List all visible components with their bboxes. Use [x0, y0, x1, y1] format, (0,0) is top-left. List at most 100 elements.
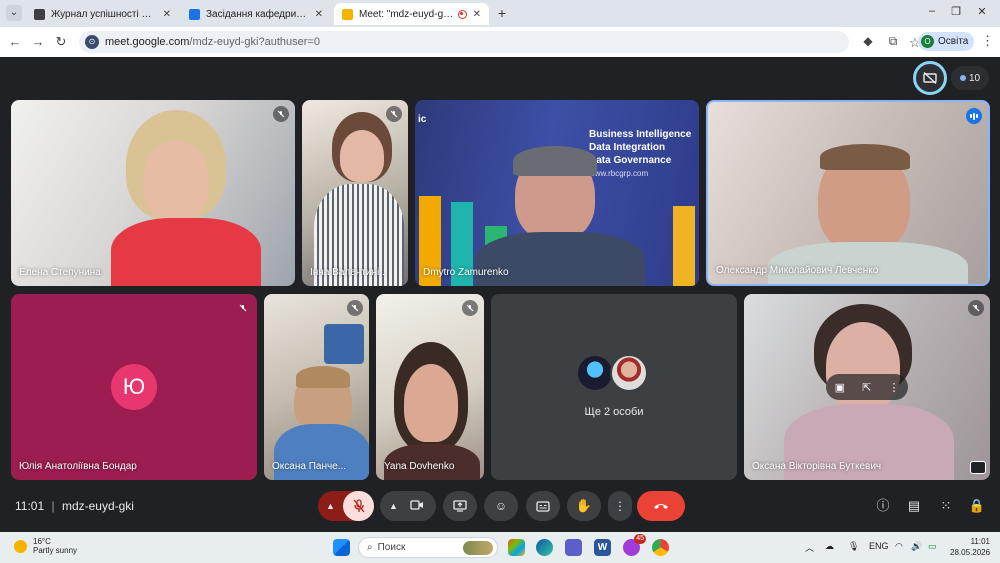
leave-call-button[interactable]: [637, 491, 685, 521]
activities-icon[interactable]: ⁙: [937, 497, 955, 515]
participant-tile[interactable]: Ю Юлія Анатоліївна Бондар: [11, 294, 257, 480]
extension-icon[interactable]: ◆: [861, 34, 875, 48]
mic-muted-icon: [273, 106, 289, 122]
frame-icon[interactable]: ▣: [835, 381, 845, 394]
present-screen-button[interactable]: [443, 491, 477, 521]
tab-gradebook[interactable]: Журнал успішності для курсу " ✕: [26, 3, 179, 25]
close-icon[interactable]: ✕: [315, 9, 323, 20]
pin-icon[interactable]: ⇱: [862, 381, 871, 394]
chevron-up-icon[interactable]: ▲: [389, 501, 398, 511]
camera-icon[interactable]: [410, 499, 424, 513]
more-options-icon[interactable]: ⋮: [888, 381, 899, 394]
chrome-icon[interactable]: [652, 539, 669, 556]
url-text[interactable]: meet.google.com/mdz-euyd-gki?authuser=0: [105, 36, 320, 48]
participant-tile[interactable]: ▣ ⇱ ⋮ Оксана Вікторівна Буткевич: [744, 294, 990, 480]
speaking-indicator-icon: [966, 108, 982, 124]
camera-group: ▲: [380, 491, 436, 521]
site-info-icon[interactable]: ⊙: [85, 35, 99, 49]
search-highlight-icon: [463, 541, 493, 555]
profile-chip[interactable]: О Освіта: [918, 32, 975, 51]
participant-tile[interactable]: Олександр Миколайович Левченко: [706, 100, 990, 286]
background-banner: Business Intelligence Data Integration D…: [589, 129, 692, 178]
omnibox[interactable]: ⊙ meet.google.com/mdz-euyd-gki?authuser=…: [79, 31, 921, 53]
wifi-icon[interactable]: ◠: [895, 541, 903, 552]
avatar: [576, 354, 614, 392]
presentation-off-icon: [923, 72, 937, 84]
microphone-icon[interactable]: 🎙: [848, 541, 859, 552]
reload-icon[interactable]: ↻: [53, 34, 69, 50]
mic-muted-icon: [386, 106, 402, 122]
teams-icon[interactable]: [565, 539, 582, 556]
participant-tile[interactable]: ic Business Intelligence Data Integratio…: [415, 100, 699, 286]
participant-tile[interactable]: Оксана Панче...: [264, 294, 369, 480]
avatar: Ю: [111, 364, 157, 410]
avatar: О: [921, 35, 934, 48]
mic-muted-icon: [462, 300, 478, 316]
chevron-up-icon[interactable]: ▲: [326, 501, 335, 511]
back-icon[interactable]: ←: [7, 34, 23, 50]
tab-department-meeting[interactable]: Засідання кафедри – Клас ✕: [181, 3, 331, 25]
hand-icon: ✋: [575, 498, 593, 513]
restore-icon[interactable]: ❐: [948, 5, 964, 18]
mic-muted-icon: [235, 300, 251, 316]
word-icon[interactable]: W: [594, 539, 611, 556]
participants-button[interactable]: 10: [951, 66, 989, 90]
browser-menu-icon[interactable]: ⋮: [981, 33, 994, 49]
tile-actions-bar: ▣ ⇱ ⋮: [826, 374, 908, 400]
taskbar-search[interactable]: ⌕ Поиск: [358, 537, 498, 558]
puzzle-extensions-icon[interactable]: ⧉: [886, 34, 900, 48]
participant-tile[interactable]: Елена Степунина: [11, 100, 295, 286]
reactions-button[interactable]: ☺: [484, 491, 518, 521]
mic-muted-icon: [347, 300, 363, 316]
classroom-favicon-icon: [189, 8, 200, 20]
window-close-icon[interactable]: ✕: [974, 5, 990, 18]
search-icon: ⌕: [367, 542, 373, 553]
tab-meet[interactable]: Meet: "mdz-euyd-gki" ✕: [334, 3, 489, 25]
close-icon[interactable]: ✕: [163, 9, 171, 20]
address-bar-row: ← → ↻ ⊙ meet.google.com/mdz-euyd-gki?aut…: [0, 27, 1000, 57]
captions-icon: [536, 500, 550, 512]
more-options-button[interactable]: ⋮: [608, 491, 632, 521]
taskbar: 16°C Partly sunny ⌕ Поиск W 45 ︿ ☁ 🎙 ENG…: [0, 532, 1000, 563]
copilot-icon[interactable]: [508, 539, 525, 556]
cloud-icon[interactable]: ☁: [825, 541, 834, 552]
more-participants-label: Ще 2 особи: [584, 406, 644, 418]
new-tab-button[interactable]: +: [494, 5, 510, 21]
windows-start-icon[interactable]: [333, 539, 350, 556]
host-controls-icon[interactable]: 🔒: [968, 497, 986, 515]
captions-button[interactable]: [526, 491, 560, 521]
weather-widget[interactable]: 16°C Partly sunny: [14, 537, 77, 555]
present-screen-icon: [453, 500, 467, 512]
participant-name: Dmytro Zamurenko: [423, 267, 509, 278]
participant-name: Юлія Анатоліївна Бондар: [19, 461, 137, 472]
raise-hand-button[interactable]: ✋: [567, 491, 601, 521]
mic-toggle-button[interactable]: [343, 491, 374, 521]
mic-muted-icon: [968, 300, 984, 316]
more-participants-tile[interactable]: Ще 2 особи: [491, 294, 737, 480]
close-icon[interactable]: ✕: [473, 9, 481, 20]
chevron-up-icon[interactable]: ︿: [805, 541, 814, 554]
classroom-favicon-icon: [34, 8, 45, 20]
edge-icon[interactable]: [536, 539, 553, 556]
viber-icon[interactable]: 45: [623, 534, 646, 556]
system-clock[interactable]: 11:01 28.05.2026: [950, 536, 990, 558]
avatar: [610, 354, 648, 392]
hang-up-icon: [654, 504, 668, 509]
chat-icon[interactable]: ▤: [905, 497, 923, 515]
picture-in-picture-icon[interactable]: [970, 461, 986, 474]
language-indicator[interactable]: ENG: [869, 541, 889, 551]
tab-search-button[interactable]: ⌄: [6, 5, 22, 21]
volume-icon[interactable]: 🔊: [911, 541, 922, 552]
mic-off-icon: [353, 499, 364, 513]
participant-name: Олександр Миколайович Левченко: [716, 265, 879, 276]
emoji-icon: ☺: [494, 499, 508, 513]
participant-name: Yana Dovhenko: [384, 461, 455, 472]
forward-icon[interactable]: →: [30, 34, 46, 50]
meeting-details-icon[interactable]: ⓘ: [874, 497, 892, 515]
battery-icon[interactable]: ▭: [928, 541, 937, 552]
participant-tile[interactable]: Інна Валентині...: [302, 100, 408, 286]
minimize-icon[interactable]: –: [924, 5, 940, 17]
meeting-info: 11:01 | mdz-euyd-gki: [15, 499, 134, 513]
participant-tile[interactable]: Yana Dovhenko: [376, 294, 484, 480]
presentation-off-button[interactable]: [913, 61, 947, 95]
